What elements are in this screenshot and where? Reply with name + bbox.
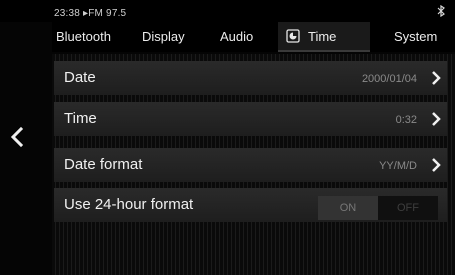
setting-row-date[interactable]: Date 2000/01/04 — [54, 61, 447, 95]
chevron-right-icon — [432, 158, 441, 172]
status-source: ▸FM 97.5 — [83, 8, 127, 19]
tab-time-label: Time — [308, 29, 337, 44]
status-text: 23:38 ▸FM 97.5 — [54, 8, 126, 19]
setting-label-time: Time — [64, 110, 97, 127]
setting-label-24-hour: Use 24-hour format — [64, 196, 194, 213]
chevron-right-icon — [432, 112, 441, 126]
tab-audio[interactable]: Audio — [220, 22, 253, 52]
setting-value-date: 2000/01/04 — [361, 73, 417, 85]
setting-label-date: Date — [64, 69, 96, 86]
chevron-right-icon — [432, 71, 441, 85]
tab-display[interactable]: Display — [142, 22, 185, 52]
tab-bluetooth-label: Bluetooth — [56, 29, 111, 44]
tab-bluetooth[interactable]: Bluetooth — [56, 22, 111, 52]
setting-label-date-format: Date format — [64, 156, 143, 173]
setting-row-time[interactable]: Time 0:32 — [54, 102, 447, 136]
setting-value-date-format: YY/M/D — [379, 160, 417, 172]
tab-audio-label: Audio — [220, 29, 254, 44]
tab-bar: Bluetooth Display Audio Time System — [52, 22, 455, 52]
tab-system-label: System — [394, 29, 438, 44]
status-clock: 23:38 — [54, 8, 81, 19]
toggle-on-option[interactable]: ON — [318, 196, 378, 220]
back-arrow-icon[interactable] — [8, 126, 26, 148]
bluetooth-icon — [437, 5, 445, 17]
tab-system[interactable]: System — [394, 22, 437, 52]
settings-screen: 23:38 ▸FM 97.5 Bluetooth Display Audio T… — [0, 0, 455, 275]
setting-value-time: 0:32 — [395, 114, 417, 126]
setting-row-date-format[interactable]: Date format YY/M/D — [54, 148, 447, 182]
toggle-24-hour[interactable]: ON OFF — [318, 196, 438, 220]
clock-icon — [286, 29, 300, 43]
tab-time[interactable]: Time — [278, 22, 370, 52]
toggle-off-option[interactable]: OFF — [378, 196, 438, 220]
tab-display-label: Display — [142, 29, 185, 44]
status-bar: 23:38 ▸FM 97.5 — [0, 0, 455, 22]
